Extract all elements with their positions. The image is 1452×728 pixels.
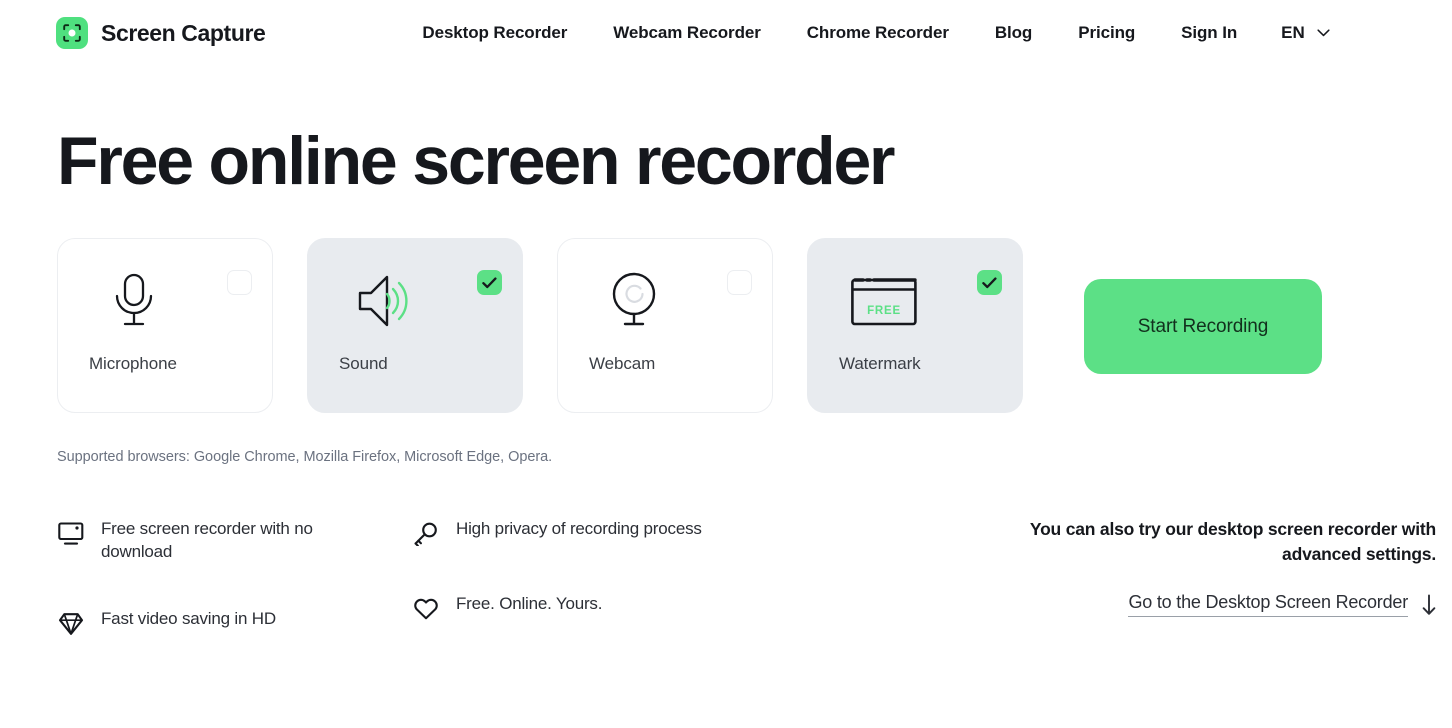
watermark-free-text: FREE [867, 305, 901, 317]
microphone-checkbox[interactable] [227, 270, 252, 295]
chevron-down-icon [1317, 29, 1330, 37]
option-card-microphone[interactable]: Microphone [57, 238, 273, 413]
sound-checkbox[interactable] [477, 270, 502, 295]
feature-text: Free. Online. Yours. [456, 594, 603, 613]
watermark-window-icon: FREE [850, 267, 918, 335]
go-to-desktop-recorder-link[interactable]: Go to the Desktop Screen Recorder [1128, 592, 1408, 617]
feature-no-download: Free screen recorder with no download [57, 517, 412, 563]
brand-logo-link[interactable]: Screen Capture [56, 17, 266, 49]
option-label-sound: Sound [339, 354, 388, 373]
heart-icon [412, 595, 440, 623]
watermark-checkbox[interactable] [977, 270, 1002, 295]
option-label-webcam: Webcam [589, 354, 656, 373]
nav-item-chrome-recorder[interactable]: Chrome Recorder [807, 17, 949, 49]
option-card-watermark[interactable]: FREE Watermark [807, 238, 1023, 413]
nav-item-sign-in[interactable]: Sign In [1181, 17, 1237, 49]
nav-item-blog[interactable]: Blog [995, 17, 1032, 49]
recorder-options-row: Microphone Sound Webcam FREE Watermark S… [57, 238, 1452, 413]
key-icon [412, 520, 440, 548]
feature-fast-hd: Fast video saving in HD [57, 607, 412, 638]
feature-free-online-yours: Free. Online. Yours. [412, 592, 742, 623]
feature-text: Fast video saving in HD [101, 609, 276, 628]
page-title: Free online screen recorder [57, 123, 896, 199]
speaker-sound-icon [350, 267, 418, 335]
language-selector[interactable]: EN [1281, 23, 1330, 43]
main-navigation: Desktop Recorder Webcam Recorder Chrome … [422, 17, 1335, 49]
feature-column-one: Free screen recorder with no download Fa… [57, 517, 412, 638]
check-icon [482, 276, 497, 288]
check-icon [982, 276, 997, 288]
brand-name: Screen Capture [101, 19, 266, 46]
bottom-section: Free screen recorder with no download Fa… [0, 517, 1452, 638]
desktop-recorder-promo: You can also try our desktop screen reco… [1004, 517, 1436, 638]
option-card-sound[interactable]: Sound [307, 238, 523, 413]
monitor-icon [57, 520, 85, 548]
feature-text: Free screen recorder with no download [101, 519, 313, 561]
webcam-checkbox[interactable] [727, 270, 752, 295]
site-header: Screen Capture Desktop Recorder Webcam R… [0, 0, 1452, 66]
nav-item-webcam-recorder[interactable]: Webcam Recorder [613, 17, 761, 49]
nav-item-desktop-recorder[interactable]: Desktop Recorder [422, 17, 567, 49]
promo-link-row: Go to the Desktop Screen Recorder [1004, 592, 1436, 617]
screen-capture-logo-icon [56, 17, 88, 49]
diamond-icon [57, 610, 85, 638]
supported-browsers-note: Supported browsers: Google Chrome, Mozil… [57, 449, 553, 465]
feature-text: High privacy of recording process [456, 519, 702, 538]
feature-column-two: High privacy of recording process Free. … [412, 517, 742, 638]
microphone-icon [100, 267, 168, 335]
option-card-webcam[interactable]: Webcam [557, 238, 773, 413]
webcam-icon [600, 267, 668, 335]
nav-item-pricing[interactable]: Pricing [1078, 17, 1135, 49]
feature-high-privacy: High privacy of recording process [412, 517, 742, 548]
option-label-watermark: Watermark [839, 354, 921, 373]
start-recording-button[interactable]: Start Recording [1084, 279, 1322, 374]
language-label: EN [1281, 23, 1305, 42]
option-label-microphone: Microphone [89, 354, 177, 373]
promo-text: You can also try our desktop screen reco… [1029, 519, 1436, 564]
arrow-down-icon[interactable] [1422, 594, 1436, 616]
